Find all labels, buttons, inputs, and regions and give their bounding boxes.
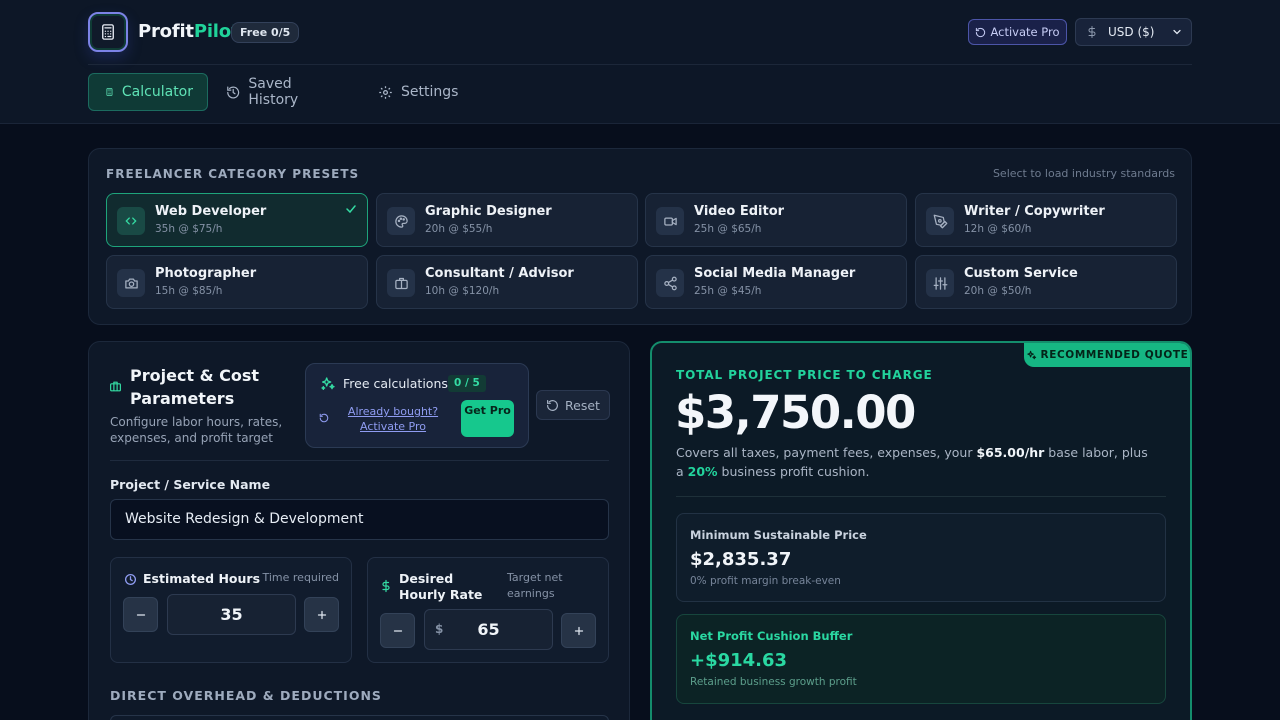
rate-currency-prefix: $ <box>435 622 444 636</box>
free-calc-label: Free calculations: <box>343 376 453 391</box>
total-price-value: $3,750.00 <box>675 386 916 439</box>
briefcase-icon <box>387 269 415 297</box>
hours-decrement-button[interactable] <box>123 597 158 632</box>
overhead-field[interactable] <box>110 715 609 720</box>
pen-icon <box>926 207 954 235</box>
currency-select[interactable]: USD ($) <box>1075 18 1192 46</box>
sliders-icon <box>926 269 954 297</box>
hours-increment-button[interactable] <box>304 597 339 632</box>
tab-settings[interactable]: Settings <box>364 73 472 111</box>
briefcase-icon <box>110 381 121 392</box>
preset-custom-service[interactable]: Custom Service 20h @ $50/h <box>915 255 1177 309</box>
panel-title: Project & Cost Parameters <box>130 366 260 408</box>
chevron-down-icon <box>1173 29 1181 35</box>
min-price-value: $2,835.37 <box>690 549 792 570</box>
panel-description: Configure labor hours, rates, expenses, … <box>110 415 283 445</box>
plus-icon <box>574 626 583 635</box>
minus-icon <box>136 613 145 616</box>
free-usage-badge: Free 0/5 <box>231 22 300 43</box>
sparkle-icon <box>1026 350 1036 359</box>
currency-value: USD ($) <box>1108 25 1155 39</box>
check-icon <box>346 205 356 214</box>
header: ProfitPilot Free 0/5 Activate Pro USD ($… <box>88 12 1192 52</box>
code-icon <box>117 207 145 235</box>
dollar-icon <box>382 579 390 593</box>
total-price-description: Covers all taxes, payment fees, expenses… <box>676 445 1148 479</box>
quote-panel: RECOMMENDED QUOTE TOTAL PROJECT PRICE TO… <box>650 341 1192 720</box>
palette-icon <box>387 207 415 235</box>
rate-title: Desired Hourly Rate <box>399 571 483 602</box>
activate-pro-link[interactable]: Already bought? Activate Pro <box>344 404 442 434</box>
tab-calculator[interactable]: Calculator <box>88 73 208 111</box>
sparkle-icon <box>321 377 335 390</box>
min-price-label: Minimum Sustainable Price <box>690 528 867 542</box>
free-calc-count: 0 / 5 <box>448 375 486 392</box>
presets-title: FREELANCER CATEGORY PRESETS <box>106 167 360 181</box>
calculator-logo-icon <box>88 12 128 52</box>
project-name-input[interactable]: Website Redesign & Development <box>110 499 609 540</box>
plus-icon <box>317 610 326 619</box>
refresh-icon <box>976 27 986 37</box>
top-bar: ProfitPilot Free 0/5 Activate Pro USD ($… <box>0 0 1280 124</box>
rate-decrement-button[interactable] <box>380 613 415 648</box>
preset-video-editor[interactable]: Video Editor 25h @ $65/h <box>645 193 907 247</box>
dollar-icon <box>1088 26 1096 38</box>
hours-hint: Time required <box>262 571 339 584</box>
net-profit-card: Net Profit Cushion Buffer +$914.63 Retai… <box>676 614 1166 704</box>
camera-icon <box>117 269 145 297</box>
overhead-section-title: DIRECT OVERHEAD & DEDUCTIONS <box>110 688 382 703</box>
video-icon <box>656 207 684 235</box>
hours-input[interactable]: 35 <box>167 594 296 635</box>
activate-pro-button[interactable]: Activate Pro <box>968 19 1067 45</box>
refresh-icon <box>319 413 329 423</box>
net-profit-sub: Retained business growth profit <box>690 676 857 688</box>
hours-title: Estimated Hours <box>143 571 261 586</box>
preset-web-developer[interactable]: Web Developer 35h @ $75/h <box>106 193 368 247</box>
tab-saved-history[interactable]: Saved History <box>216 73 356 111</box>
hourly-rate-card: Desired Hourly Rate Target net earnings … <box>367 557 609 663</box>
minus-icon <box>393 629 402 632</box>
net-profit-value: +$914.63 <box>690 650 788 671</box>
net-profit-label: Net Profit Cushion Buffer <box>690 629 853 643</box>
preset-writer-copywriter[interactable]: Writer / Copywriter 12h @ $60/h <box>915 193 1177 247</box>
section-divider <box>110 460 609 461</box>
total-price-label: TOTAL PROJECT PRICE TO CHARGE <box>676 368 933 382</box>
main-nav: Calculator Saved History Settings <box>88 73 480 111</box>
preset-graphic-designer[interactable]: Graphic Designer 20h @ $55/h <box>376 193 638 247</box>
estimated-hours-card: Estimated Hours Time required 35 <box>110 557 352 663</box>
history-icon <box>227 86 240 98</box>
preset-consultant-advisor[interactable]: Consultant / Advisor 10h @ $120/h <box>376 255 638 309</box>
preset-social-media-manager[interactable]: Social Media Manager 25h @ $45/h <box>645 255 907 309</box>
project-name-label: Project / Service Name <box>110 477 271 492</box>
rate-hint: Target net earnings <box>507 571 563 600</box>
share-icon <box>656 269 684 297</box>
calculator-icon <box>106 88 113 96</box>
reset-button[interactable]: Reset <box>536 390 610 420</box>
free-calculations-box: Free calculations: 0 / 5 Already bought?… <box>305 363 529 448</box>
quote-divider <box>676 496 1166 497</box>
reset-icon <box>547 399 558 411</box>
presets-panel: FREELANCER CATEGORY PRESETS Select to lo… <box>88 148 1192 325</box>
brand-name: ProfitPilot <box>138 21 240 42</box>
header-divider <box>88 64 1192 65</box>
rate-increment-button[interactable] <box>561 613 596 648</box>
minimum-price-card: Minimum Sustainable Price $2,835.37 0% p… <box>676 513 1166 602</box>
preset-photographer[interactable]: Photographer 15h @ $85/h <box>106 255 368 309</box>
parameters-panel: Project & Cost Parameters Configure labo… <box>88 341 630 720</box>
gear-icon <box>379 85 392 99</box>
min-price-sub: 0% profit margin break-even <box>690 575 841 587</box>
presets-hint: Select to load industry standards <box>992 167 1175 180</box>
get-pro-button[interactable]: Get Pro <box>461 400 514 437</box>
clock-icon <box>124 573 137 586</box>
rate-input[interactable]: $ 65 <box>424 609 553 650</box>
recommended-quote-badge: RECOMMENDED QUOTE <box>1024 343 1190 367</box>
